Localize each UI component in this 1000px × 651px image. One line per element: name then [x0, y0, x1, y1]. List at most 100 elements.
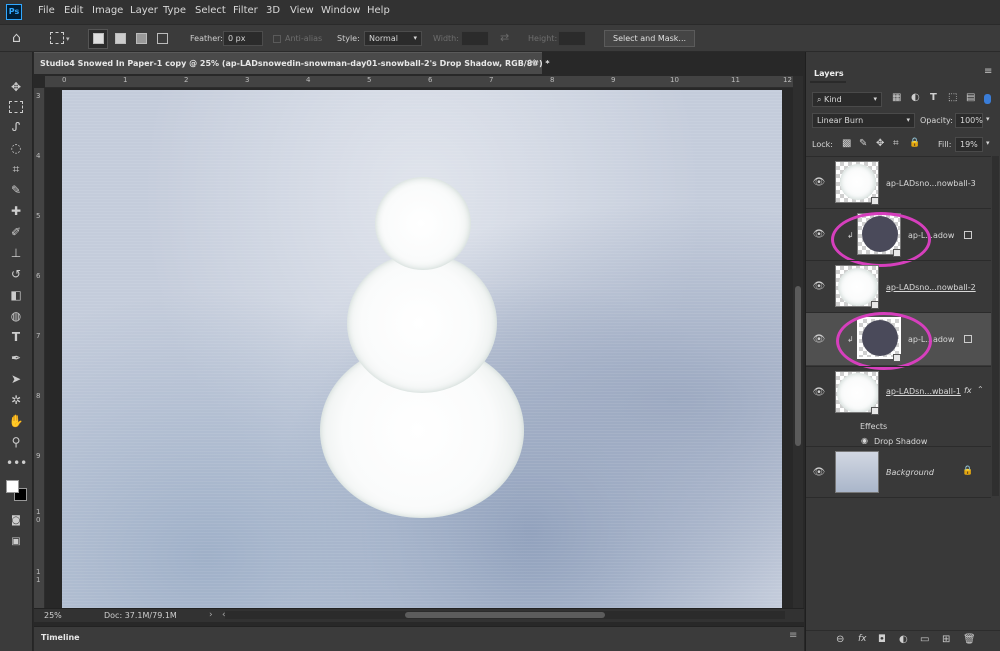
timeline-tab[interactable]: Timeline	[41, 633, 80, 642]
canvas-image[interactable]	[62, 90, 782, 608]
intersect-selection-icon[interactable]	[157, 33, 168, 44]
scroll-thumb[interactable]	[795, 286, 801, 446]
layer-name[interactable]: ap-LADsn...wball-1	[886, 387, 961, 396]
chevron-down-icon[interactable]: ▾	[986, 139, 990, 147]
width-input[interactable]	[461, 31, 489, 46]
add-selection-icon[interactable]	[115, 33, 126, 44]
pixel-filter-icon[interactable]: ▦	[892, 92, 901, 103]
layer-row[interactable]: 👁 ↲ ap-L...adow	[806, 208, 991, 267]
menu-3d[interactable]: 3D	[266, 5, 280, 16]
rect-marquee-preset-icon[interactable]	[50, 32, 64, 44]
new-group-icon[interactable]: ▭	[920, 634, 929, 645]
smart-object-filter-icon[interactable]: ▤	[966, 92, 975, 103]
subtract-selection-icon[interactable]	[136, 33, 147, 44]
screen-mode-icon[interactable]: ▣	[6, 533, 26, 551]
menu-edit[interactable]: Edit	[64, 5, 83, 16]
select-and-mask-button[interactable]: Select and Mask...	[604, 30, 696, 47]
visibility-eye-icon[interactable]: 👁	[812, 177, 826, 188]
panel-menu-icon[interactable]: ≡	[789, 630, 797, 641]
menu-view[interactable]: View	[290, 5, 314, 16]
lock-paint-icon[interactable]: ✎	[859, 138, 867, 149]
more-tools-icon[interactable]: •••	[6, 454, 27, 472]
chevron-down-icon[interactable]: ▾	[66, 35, 70, 43]
path-select-icon[interactable]: ➤	[6, 370, 26, 388]
effects-label[interactable]: Effects	[860, 422, 887, 431]
clone-stamp-icon[interactable]: ⊥	[6, 244, 26, 262]
visibility-eye-icon[interactable]: 👁	[812, 467, 826, 478]
fill-input[interactable]: 19%	[955, 137, 983, 152]
panel-scrollbar[interactable]	[992, 156, 999, 496]
history-brush-icon[interactable]: ↺	[6, 265, 26, 283]
visibility-eye-icon[interactable]: 👁	[812, 229, 826, 240]
foreground-color-swatch[interactable]	[6, 480, 19, 493]
menu-select[interactable]: Select	[195, 5, 226, 16]
lock-position-icon[interactable]: ✥	[876, 138, 884, 149]
menu-type[interactable]: Type	[163, 5, 186, 16]
home-icon[interactable]: ⌂	[12, 30, 21, 46]
swap-arrows-icon[interactable]: ⇄	[500, 31, 509, 44]
healing-brush-icon[interactable]: ✚	[6, 202, 26, 220]
antialias-checkbox[interactable]	[273, 35, 281, 43]
layer-row[interactable]: 👁 ap-LADsno...nowball-3	[806, 156, 991, 207]
brush-tool-icon[interactable]: ✐	[6, 223, 26, 241]
lock-artboard-icon[interactable]: ⌗	[893, 138, 899, 149]
menu-layer[interactable]: Layer	[130, 5, 158, 16]
menu-filter[interactable]: Filter	[233, 5, 258, 16]
hand-tool-icon[interactable]: ✋	[6, 412, 26, 430]
adjustment-filter-icon[interactable]: ◐	[911, 92, 920, 103]
marquee-tool-icon[interactable]	[9, 101, 23, 113]
horizontal-scrollbar[interactable]	[225, 611, 785, 619]
blend-mode-select[interactable]: Linear Burn ▾	[812, 113, 915, 128]
add-style-icon[interactable]: fx	[858, 634, 867, 644]
zoom-level[interactable]: 25%	[44, 611, 62, 620]
style-select[interactable]: Normal ▾	[364, 31, 422, 46]
layer-row-selected[interactable]: 👁 ↲ ap-L...adow	[806, 312, 991, 370]
feather-input[interactable]: 0 px	[223, 31, 263, 46]
adjustment-layer-icon[interactable]: ◐	[899, 634, 908, 645]
close-tab-icon[interactable]: ×	[528, 57, 536, 68]
trash-icon[interactable]: 🗑	[963, 634, 976, 645]
effect-eye-icon[interactable]: ◉	[861, 436, 868, 445]
quick-mask-icon[interactable]: ◙	[6, 512, 26, 530]
visibility-eye-icon[interactable]: 👁	[812, 387, 826, 398]
menu-image[interactable]: Image	[92, 5, 123, 16]
layer-row[interactable]: 👁 Background 🔒	[806, 446, 991, 498]
scroll-thumb[interactable]	[405, 612, 605, 618]
add-mask-icon[interactable]: ◘	[878, 634, 886, 645]
fx-icon[interactable]: fx	[964, 386, 972, 395]
lock-all-icon[interactable]: 🔒	[909, 138, 920, 148]
layers-tab[interactable]: Layers	[814, 69, 844, 78]
lock-transparent-icon[interactable]: ▩	[842, 138, 851, 149]
visibility-eye-icon[interactable]: 👁	[812, 334, 826, 345]
crop-tool-icon[interactable]: ⌗	[6, 160, 26, 178]
menu-window[interactable]: Window	[321, 5, 360, 16]
drop-shadow-label[interactable]: Drop Shadow	[874, 437, 927, 446]
eraser-tool-icon[interactable]: ◧	[6, 286, 26, 304]
visibility-eye-icon[interactable]: 👁	[812, 281, 826, 292]
layer-row[interactable]: 👁 ap-LADsno...nowball-2	[806, 260, 991, 311]
link-layers-icon[interactable]: ⊖	[836, 634, 844, 645]
zoom-tool-icon[interactable]: ⚲	[6, 433, 26, 451]
type-tool-icon[interactable]: T	[6, 328, 26, 346]
gradient-tool-icon[interactable]: ◍	[6, 307, 26, 325]
opacity-input[interactable]: 100%	[955, 113, 983, 128]
type-filter-icon[interactable]: T	[930, 92, 937, 103]
chevron-right-icon[interactable]: ›	[209, 610, 213, 620]
new-layer-icon[interactable]: ⊞	[942, 634, 950, 645]
vertical-scrollbar[interactable]	[793, 76, 803, 608]
menu-help[interactable]: Help	[367, 5, 390, 16]
height-input[interactable]	[558, 31, 586, 46]
layer-row[interactable]: 👁 ap-LADsn...wball-1 fx ⌃ Effects ◉ Drop…	[806, 366, 991, 446]
shape-tool-icon[interactable]: ✲	[6, 391, 26, 409]
eyedropper-tool-icon[interactable]: ✎	[6, 181, 26, 199]
menu-file[interactable]: File	[38, 5, 55, 16]
panel-menu-icon[interactable]: ≡	[984, 66, 992, 77]
pen-tool-icon[interactable]: ✒	[6, 349, 26, 367]
move-tool-icon[interactable]: ✥	[6, 78, 26, 96]
layer-name[interactable]: ap-LADsno...nowball-2	[886, 283, 976, 292]
layer-name[interactable]: ap-LADsno...nowball-3	[886, 179, 976, 188]
filter-toggle-icon[interactable]	[984, 94, 991, 104]
shape-filter-icon[interactable]: ⬚	[948, 92, 957, 103]
chevron-up-icon[interactable]: ⌃	[977, 385, 984, 394]
lasso-tool-icon[interactable]: ᔑ	[6, 118, 26, 136]
